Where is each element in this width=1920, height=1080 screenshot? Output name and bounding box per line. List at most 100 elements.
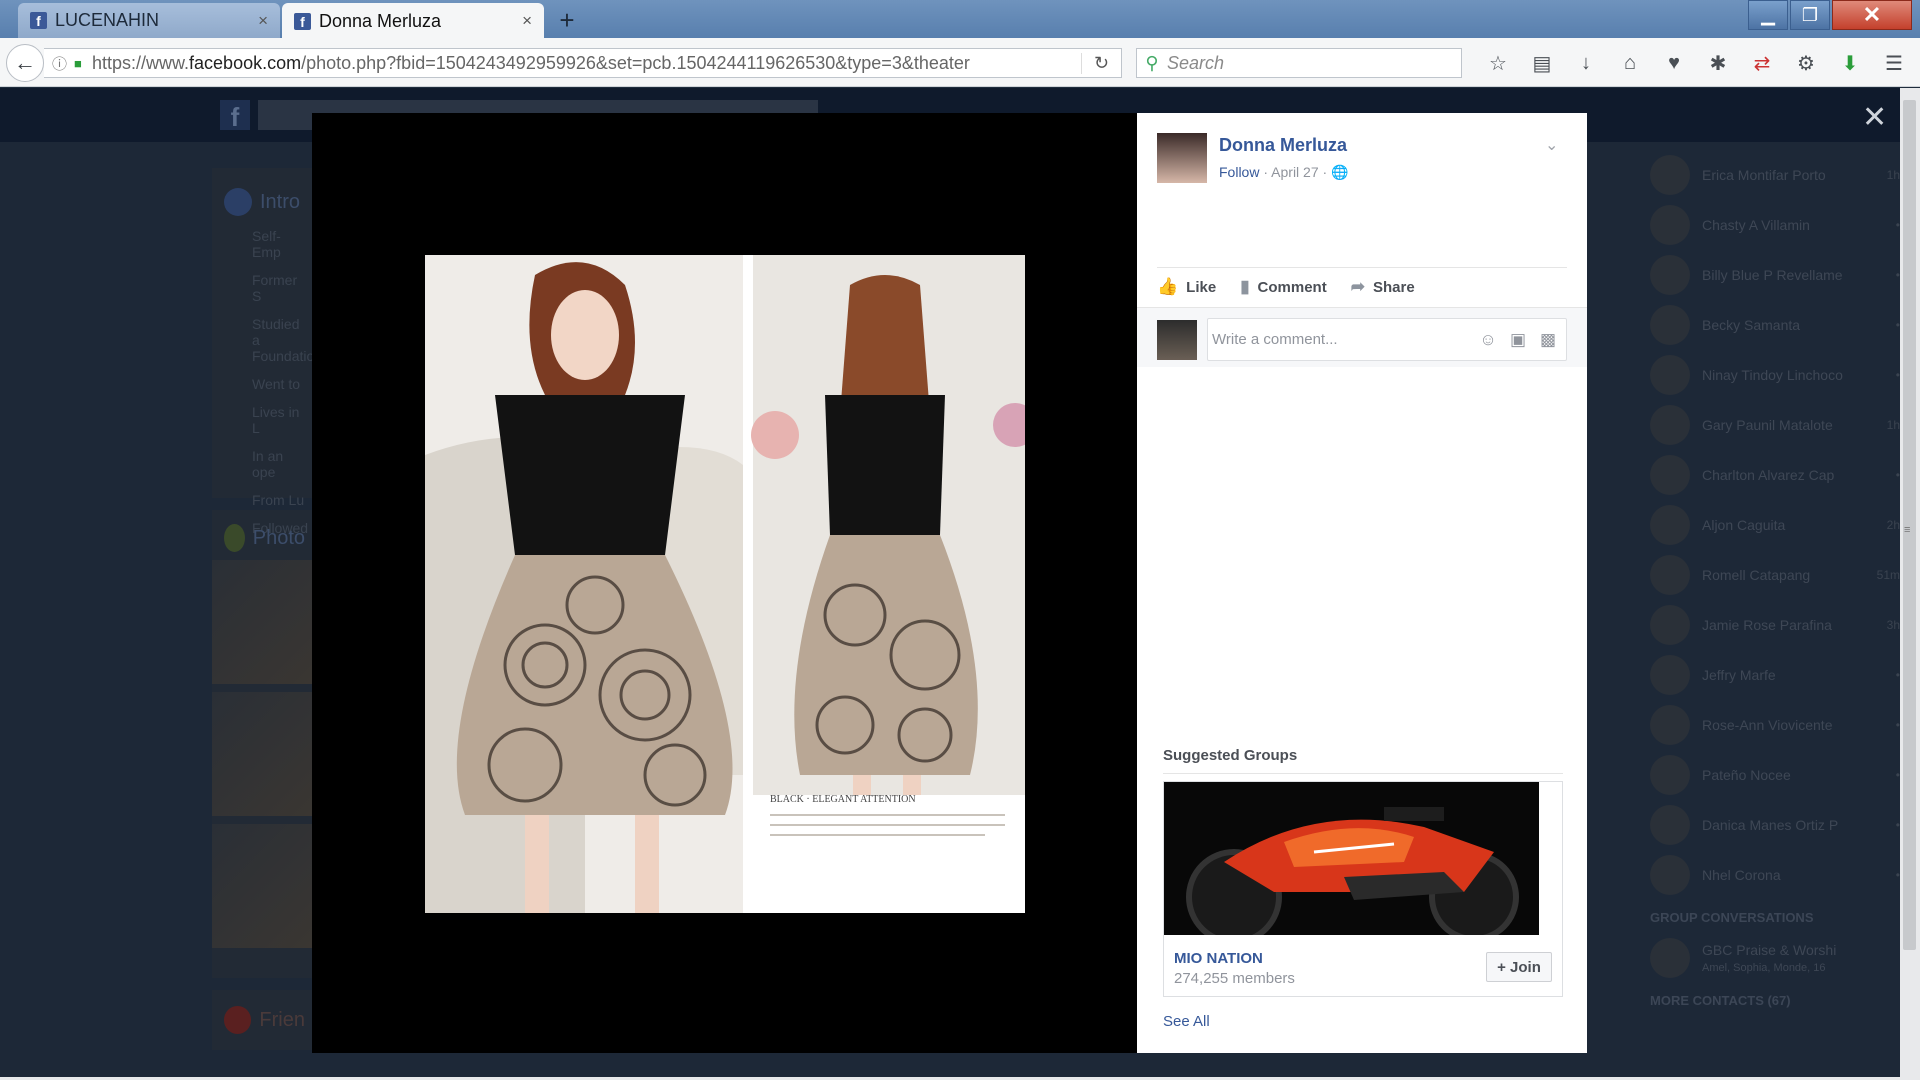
tab-close-icon[interactable]: × <box>258 11 268 31</box>
reload-icon[interactable]: ↻ <box>1081 52 1121 74</box>
avatar <box>1650 605 1690 645</box>
extension-icon[interactable]: ✱ <box>1696 51 1740 76</box>
contact-name: Erica Montifar Porto <box>1702 167 1826 183</box>
chat-contact: Erica Montifar Porto 1h <box>1650 150 1900 200</box>
back-button[interactable]: ← <box>6 44 44 82</box>
meta-separator: · <box>1263 164 1269 180</box>
share-arrow-icon: ➦ <box>1350 277 1365 296</box>
comment-composer: Write a comment... ☺ ▣ ▩ <box>1137 307 1587 367</box>
intro-globe-icon <box>224 188 252 216</box>
profile-left-column: Intro Self-Emp Former S Studied a Founda… <box>212 168 317 1062</box>
chat-contact: Danica Manes Ortiz P • <box>1650 800 1900 850</box>
contact-status: • <box>1895 868 1900 882</box>
downloads-icon[interactable]: ↓ <box>1564 52 1608 75</box>
avatar <box>1650 705 1690 745</box>
intro-row: Former S <box>252 272 298 304</box>
contact-name: Gary Paunil Matalote <box>1702 417 1833 433</box>
like-button[interactable]: 👍 Like <box>1157 277 1216 297</box>
sync-icon[interactable]: ⇄ <box>1740 51 1784 76</box>
maximize-window-button[interactable]: ❐ <box>1790 0 1830 30</box>
search-input[interactable]: ⚲ Search <box>1136 48 1462 78</box>
photos-icon <box>224 524 245 552</box>
comment-button[interactable]: ▮ Comment <box>1240 277 1327 297</box>
post-actions: 👍 Like ▮ Comment ➦ Share <box>1157 277 1439 297</box>
meta-separator: · <box>1322 164 1328 180</box>
post-date[interactable]: April 27 <box>1271 164 1318 180</box>
motorcycle-image <box>1164 782 1539 935</box>
divider <box>1157 267 1567 268</box>
photo-thumbnail <box>212 560 312 684</box>
intro-row: From Lu <box>252 492 305 508</box>
share-button[interactable]: ➦ Share <box>1351 277 1415 297</box>
follow-link[interactable]: Follow <box>1219 164 1259 180</box>
url-text[interactable]: https://www.facebook.com/photo.php?fbid=… <box>92 53 1081 74</box>
address-bar[interactable]: ⓘ ■ https://www.facebook.com/photo.php?f… <box>44 48 1122 78</box>
tab-donna-merluza[interactable]: f Donna Merluza × <box>282 3 544 39</box>
browser-titlebar: f LUCENAHIN × f Donna Merluza × + ▁ ❐ ✕ <box>0 0 1920 39</box>
post-details-panel: Donna Merluza Follow · April 27 · 🌐 ⌄ 👍 L… <box>1137 113 1587 1053</box>
chat-contact: Rose-Ann Viovicente • <box>1650 700 1900 750</box>
friends-heading: Frien <box>259 1008 305 1031</box>
pocket-icon[interactable]: ♥ <box>1652 52 1696 75</box>
camera-icon[interactable]: ▣ <box>1503 330 1533 350</box>
emoji-icon[interactable]: ☺ <box>1473 330 1503 350</box>
new-tab-button[interactable]: + <box>552 6 582 34</box>
share-label: Share <box>1372 278 1415 296</box>
photos-card: Photo <box>212 510 317 978</box>
site-info-icon[interactable]: ⓘ <box>52 53 74 74</box>
contact-status: • <box>1895 668 1900 682</box>
contact-name: Billy Blue P Revellame <box>1702 267 1843 283</box>
join-group-button[interactable]: + Join <box>1486 952 1552 982</box>
chat-contact: Nhel Corona • <box>1650 850 1900 900</box>
url-path: /photo.php?fbid=1504243492959926&set=pcb… <box>301 52 970 73</box>
url-domain: facebook.com <box>189 52 302 73</box>
contact-status: • <box>1895 468 1900 482</box>
contact-name: Aljon Caguita <box>1702 517 1786 533</box>
chat-contact: Charlton Alvarez Cap • <box>1650 450 1900 500</box>
avatar <box>1650 205 1690 245</box>
sticker-icon[interactable]: ▩ <box>1533 330 1563 350</box>
post-options-chevron-icon[interactable]: ⌄ <box>1545 135 1558 155</box>
suggested-group-card: MIO NATION 274,255 members + Join <box>1163 781 1563 997</box>
intro-row: Self-Emp <box>252 228 281 260</box>
group-name-link[interactable]: MIO NATION <box>1174 950 1263 967</box>
contact-name: Danica Manes Ortiz P <box>1702 817 1839 833</box>
tab-title: LUCENAHIN <box>55 10 160 30</box>
addon-icon[interactable]: ⚙ <box>1784 51 1828 76</box>
intro-row: Lives in L <box>252 404 300 436</box>
minimize-window-button[interactable]: ▁ <box>1748 0 1788 30</box>
home-icon[interactable]: ⌂ <box>1608 52 1652 75</box>
see-all-link[interactable]: See All <box>1163 1013 1210 1030</box>
close-window-button[interactable]: ✕ <box>1832 0 1912 30</box>
contact-status: 3h <box>1886 618 1900 632</box>
tab-lucenahin[interactable]: f LUCENAHIN × <box>18 3 280 38</box>
intro-card: Intro Self-Emp Former S Studied a Founda… <box>212 168 317 536</box>
author-name-link[interactable]: Donna Merluza <box>1219 135 1347 156</box>
group-convo-name: GBC Praise & Worshi Amel, Sophia, Monde, … <box>1702 942 1900 974</box>
dress-photo-image: BLACK · ELEGANT ATTENTION <box>425 255 1025 913</box>
avatar <box>1650 938 1690 978</box>
bookmark-star-icon[interactable]: ☆ <box>1476 51 1520 76</box>
download-green-icon[interactable]: ⬇ <box>1828 51 1872 76</box>
tab-close-icon[interactable]: × <box>522 11 532 31</box>
search-engine-icon[interactable]: ⚲ <box>1137 53 1167 74</box>
author-avatar[interactable] <box>1157 133 1207 183</box>
post-photo[interactable]: BLACK · ELEGANT ATTENTION <box>425 255 1025 913</box>
contact-name: Becky Samanta <box>1702 317 1801 333</box>
chat-contact: Ninay Tindoy Linchoco • <box>1650 350 1900 400</box>
group-cover-image[interactable] <box>1164 782 1539 935</box>
menu-icon[interactable]: ☰ <box>1872 51 1916 76</box>
avatar <box>1650 505 1690 545</box>
group-member-count: 274,255 members <box>1174 970 1295 987</box>
chat-contact: Aljon Caguita 2h <box>1650 500 1900 550</box>
reading-list-icon[interactable]: ▤ <box>1520 51 1564 76</box>
photo-caption-title: BLACK · ELEGANT ATTENTION <box>770 794 916 805</box>
toolbar-icons: ☆ ▤ ↓ ⌂ ♥ ✱ ⇄ ⚙ ⬇ ☰ <box>1476 48 1916 78</box>
contact-name: Ninay Tindoy Linchoco <box>1702 367 1843 383</box>
chat-sidebar: Erica Montifar Porto 1h Chasty A Villamin… <box>1650 150 1900 1016</box>
url-prefix: https://www. <box>92 52 190 73</box>
avatar <box>1650 655 1690 695</box>
contact-status: 51m <box>1876 568 1900 582</box>
contact-name: Nhel Corona <box>1702 867 1781 883</box>
close-theater-icon[interactable]: ✕ <box>1862 100 1887 135</box>
